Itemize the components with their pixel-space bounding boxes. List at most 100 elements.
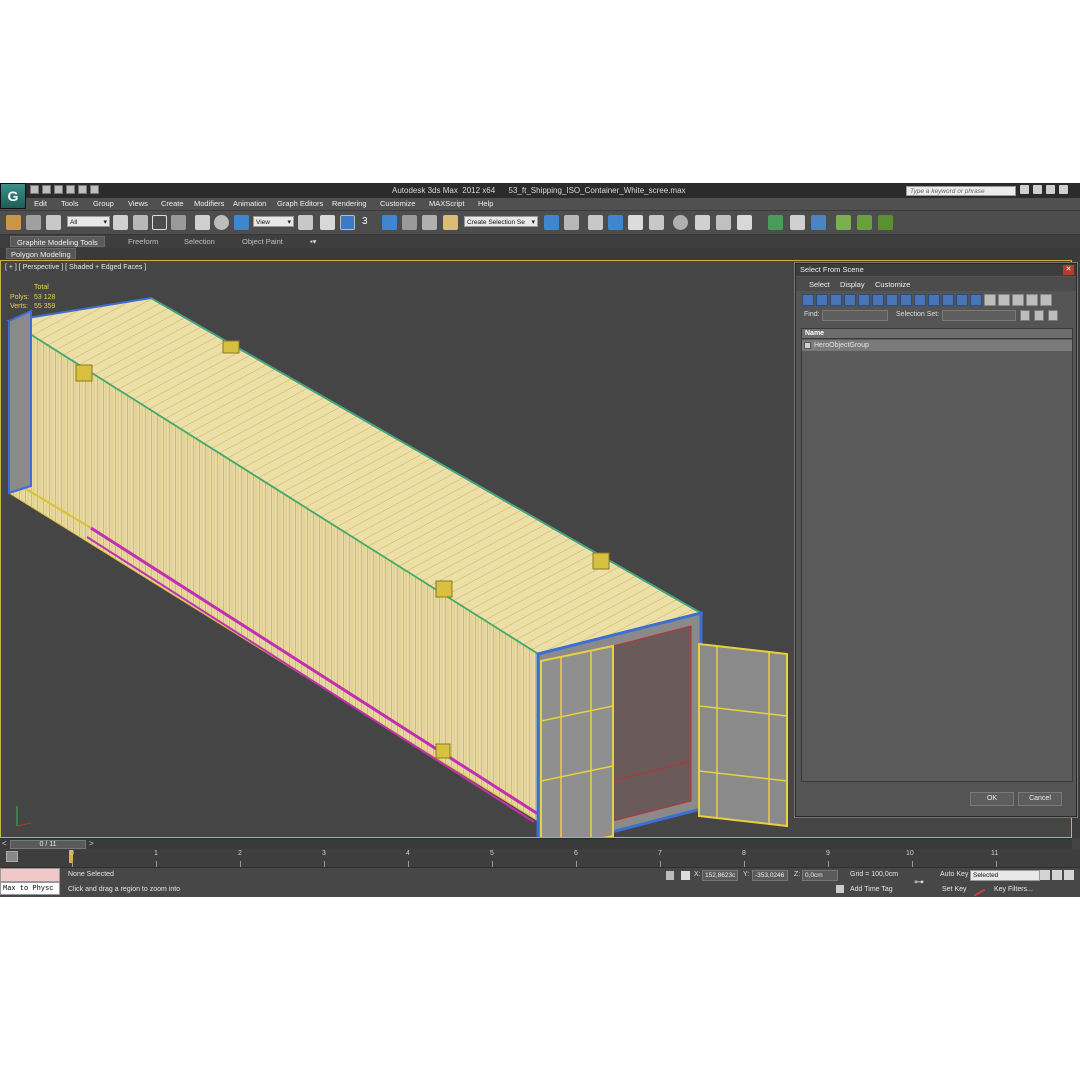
rotate-icon[interactable]	[214, 215, 229, 230]
y-coordinate-field[interactable]: -353,0246	[752, 870, 788, 881]
display-space-warps-icon[interactable]	[872, 294, 884, 306]
rectangular-selection-icon[interactable]	[152, 215, 167, 230]
scene-object-list[interactable]: Name HeroObjectGroup	[801, 328, 1073, 782]
time-tag-icon[interactable]	[836, 885, 844, 893]
x-coordinate-field[interactable]: 152,8623c	[702, 870, 738, 881]
menu-graph-editors[interactable]: Graph Editors	[277, 199, 323, 208]
curve-editor-icon[interactable]	[628, 215, 643, 230]
playback-step-icon[interactable]	[857, 215, 872, 230]
simulate-icon[interactable]	[790, 215, 805, 230]
angle-snap-icon[interactable]	[382, 215, 397, 230]
go-to-start-icon[interactable]	[1040, 870, 1050, 880]
menu-group[interactable]: Group	[93, 199, 114, 208]
menu-rendering[interactable]: Rendering	[332, 199, 367, 208]
undo-icon[interactable]	[66, 185, 75, 194]
display-hidden-icon[interactable]	[956, 294, 968, 306]
key-icon[interactable]: ⊶	[914, 877, 924, 888]
absolute-mode-icon[interactable]	[681, 871, 690, 880]
dialog-menu-display[interactable]: Display	[840, 280, 865, 289]
reference-coordinate-dropdown[interactable]: View	[253, 216, 294, 228]
render-teapot-icon[interactable]	[737, 215, 752, 230]
layer-manager-icon[interactable]	[588, 215, 603, 230]
display-invert-icon[interactable]	[998, 294, 1010, 306]
move-icon[interactable]	[195, 215, 210, 230]
set-key-button[interactable]: Set Key	[942, 886, 967, 893]
name-column-header[interactable]: Name	[802, 329, 1072, 339]
menu-help[interactable]: Help	[478, 199, 493, 208]
menu-maxscript[interactable]: MAXScript	[429, 199, 464, 208]
named-selection-set-dropdown[interactable]: Create Selection Se	[464, 216, 538, 228]
keyboard-shortcut-override-icon[interactable]	[340, 215, 355, 230]
ribbon-options-icon[interactable]: ▪▾	[304, 236, 322, 247]
selection-filter-dropdown[interactable]: All	[67, 216, 110, 228]
snaps-toggle-icon[interactable]: 3	[362, 215, 376, 230]
tab-graphite-modeling-tools[interactable]: Graphite Modeling Tools	[10, 236, 105, 247]
key-filters-button[interactable]: Key Filters...	[994, 886, 1033, 893]
schematic-view-icon[interactable]	[649, 215, 664, 230]
options-icon[interactable]	[1040, 294, 1052, 306]
redo-icon[interactable]	[78, 185, 87, 194]
tab-freeform[interactable]: Freeform	[122, 236, 164, 247]
percent-snap-icon[interactable]	[402, 215, 417, 230]
open-file-icon[interactable]	[42, 185, 51, 194]
unlink-icon[interactable]	[26, 215, 41, 230]
display-xrefs-icon[interactable]	[900, 294, 912, 306]
physx-settings-icon[interactable]	[811, 215, 826, 230]
display-all-icon[interactable]	[970, 294, 982, 306]
scale-icon[interactable]	[234, 215, 249, 230]
rendered-frame-window-icon[interactable]	[716, 215, 731, 230]
key-mode-dropdown[interactable]: Selected	[970, 870, 1040, 881]
bind-space-warp-icon[interactable]	[46, 215, 61, 230]
binoculars-icon[interactable]	[1020, 185, 1029, 194]
select-by-name-icon[interactable]	[133, 215, 148, 230]
time-slider-prev[interactable]: <	[2, 839, 7, 848]
new-file-icon[interactable]	[30, 185, 39, 194]
auto-key-button[interactable]: Auto Key	[940, 871, 968, 878]
tab-object-paint[interactable]: Object Paint	[236, 236, 289, 247]
menu-create[interactable]: Create	[161, 199, 184, 208]
star-icon[interactable]	[1046, 185, 1055, 194]
project-folder-icon[interactable]	[90, 185, 99, 194]
display-geometry-icon[interactable]	[802, 294, 814, 306]
select-invert-icon[interactable]	[1048, 310, 1058, 321]
menu-tools[interactable]: Tools	[61, 199, 79, 208]
align-icon[interactable]	[564, 215, 579, 230]
key-icon[interactable]	[1033, 185, 1042, 194]
select-manipulate-icon[interactable]	[320, 215, 335, 230]
edit-named-selection-icon[interactable]	[443, 215, 458, 230]
time-slider-next[interactable]: >	[89, 839, 94, 848]
display-containers-icon[interactable]	[928, 294, 940, 306]
help-search-input[interactable]: Type a keyword or phrase	[906, 186, 1016, 196]
mirror-icon[interactable]	[544, 215, 559, 230]
spinner-snap-icon[interactable]	[422, 215, 437, 230]
menu-views[interactable]: Views	[128, 199, 148, 208]
lock-selection-icon[interactable]	[666, 871, 674, 880]
display-frozen-icon[interactable]	[942, 294, 954, 306]
pivot-center-icon[interactable]	[298, 215, 313, 230]
add-time-tag[interactable]: Add Time Tag	[850, 886, 893, 893]
dialog-menu-select[interactable]: Select	[809, 280, 830, 289]
save-file-icon[interactable]	[54, 185, 63, 194]
display-lights-icon[interactable]	[830, 294, 842, 306]
ok-button[interactable]: OK	[970, 792, 1014, 806]
playback-loop-icon[interactable]	[878, 215, 893, 230]
playback-reset-icon[interactable]	[836, 215, 851, 230]
maxscript-mini-listener[interactable]	[0, 868, 60, 882]
find-input[interactable]	[822, 310, 888, 321]
menu-animation[interactable]: Animation	[233, 199, 266, 208]
viewport-label[interactable]: [ + ] [ Perspective ] [ Shaded + Edged F…	[5, 264, 146, 271]
display-none-icon[interactable]	[984, 294, 996, 306]
physx-icon[interactable]	[768, 215, 783, 230]
window-crossing-icon[interactable]	[171, 215, 186, 230]
menu-customize[interactable]: Customize	[380, 199, 415, 208]
material-editor-icon[interactable]	[673, 215, 688, 230]
display-helpers-icon[interactable]	[858, 294, 870, 306]
help-icon[interactable]	[1059, 185, 1068, 194]
mini-curve-editor-icon[interactable]	[6, 851, 18, 862]
play-icon[interactable]	[1064, 870, 1074, 880]
tab-selection[interactable]: Selection	[178, 236, 221, 247]
list-item[interactable]: HeroObjectGroup	[802, 340, 1072, 351]
graphite-toggle-icon[interactable]	[608, 215, 623, 230]
cancel-button[interactable]: Cancel	[1018, 792, 1062, 806]
display-cameras-icon[interactable]	[844, 294, 856, 306]
